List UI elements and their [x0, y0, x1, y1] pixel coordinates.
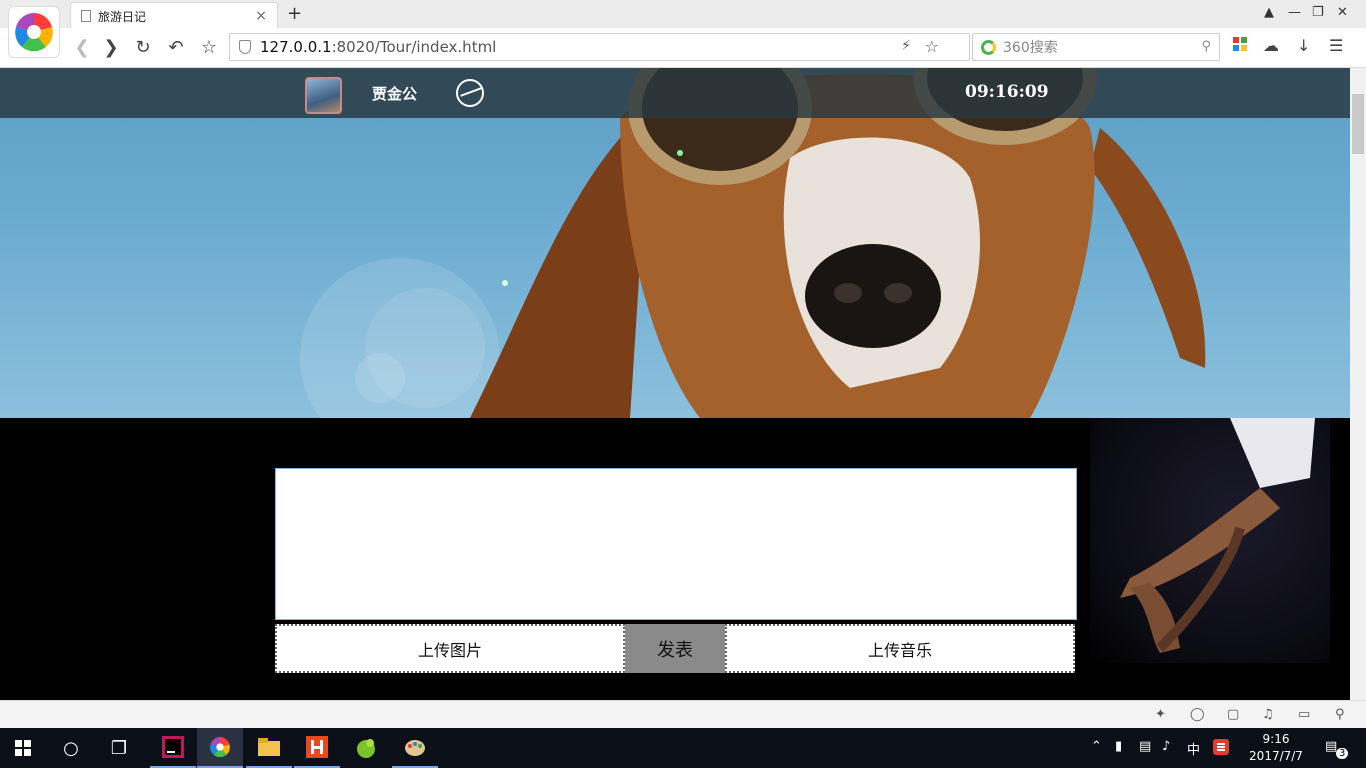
battery-icon[interactable]: ▮ — [1115, 739, 1122, 754]
vertical-scrollbar[interactable] — [1350, 68, 1366, 700]
sogou-input-icon[interactable] — [1213, 739, 1229, 759]
back-icon[interactable]: ❮ — [71, 36, 93, 58]
pin-icon[interactable]: ✦ — [1155, 707, 1166, 722]
undo-close-icon[interactable]: ↶ — [165, 36, 187, 58]
upload-music-button[interactable]: 上传音乐 — [725, 624, 1075, 673]
search-placeholder: 360搜索 — [1003, 40, 1058, 56]
browser-tab-bar: 旅游日记 × + ▲ — ❐ ✕ — [0, 0, 1366, 29]
window-icon[interactable]: ▭ — [1298, 707, 1310, 722]
volume-icon[interactable]: ♫ — [1262, 707, 1274, 722]
speed-mode-icon[interactable]: ⚡ — [901, 38, 911, 54]
avatar[interactable] — [305, 77, 342, 114]
dancer-background-image — [1090, 418, 1330, 663]
menu-icon[interactable]: ☰ — [1329, 36, 1343, 55]
speaker-icon[interactable]: ♪ — [1162, 739, 1170, 754]
browser-logo-icon[interactable] — [8, 6, 60, 58]
page-viewport: 贾金公 09:16:09 上传图片 发表 上传音乐 — [0, 68, 1350, 700]
notification-count-badge: 3 — [1336, 748, 1349, 759]
hero-banner-image — [0, 68, 1350, 418]
document-icon — [81, 10, 91, 22]
ime-indicator[interactable]: 中 — [1187, 739, 1200, 758]
close-tab-icon[interactable]: × — [255, 8, 267, 24]
travel-globe-icon[interactable] — [456, 79, 484, 107]
system-clock[interactable]: 9:16 2017/7/7 — [1245, 731, 1307, 765]
diary-textarea[interactable] — [275, 468, 1077, 620]
zoom-icon[interactable]: ⚲ — [1335, 707, 1345, 722]
address-toolbar: ❮ ❯ ↻ ↶ ☆ 127.0.0.1:8020/Tour/index.html… — [0, 28, 1366, 68]
maximize-icon[interactable]: ❐ — [1312, 5, 1324, 20]
system-time: 9:16 — [1262, 732, 1290, 746]
browser-tab[interactable]: 旅游日记 × — [70, 2, 278, 29]
paint-icon[interactable] — [392, 728, 438, 768]
start-windows-icon[interactable] — [0, 728, 46, 768]
trash-icon[interactable]: ▢ — [1227, 707, 1239, 722]
cortana-icon[interactable]: ○ — [48, 728, 94, 768]
tab-title: 旅游日记 — [98, 9, 147, 24]
task-view-icon[interactable]: ❐ — [96, 728, 142, 768]
close-window-icon[interactable]: ✕ — [1337, 5, 1348, 20]
url-input[interactable]: 127.0.0.1:8020/Tour/index.html ⚡ ☆ — [229, 33, 970, 61]
file-explorer-icon[interactable] — [246, 728, 292, 768]
accelerate-icon[interactable]: ◯ — [1190, 707, 1205, 722]
upload-image-button[interactable]: 上传图片 — [275, 624, 625, 673]
publish-button[interactable]: 发表 — [625, 624, 725, 673]
intellij-icon[interactable] — [150, 728, 196, 768]
windows-taskbar: ○ ❐ ⌃ ▮ ▤ ♪ 中 9:16 2017/7/7 ▤ 3 — [0, 728, 1366, 768]
security-shield-icon — [239, 40, 251, 54]
search-engine-icon — [981, 40, 996, 55]
search-input[interactable]: 360搜索 ⚲ — [972, 33, 1220, 61]
skin-icon[interactable]: ▲ — [1264, 5, 1274, 20]
refresh-icon[interactable]: ↻ — [132, 36, 154, 58]
username[interactable]: 贾金公 — [372, 83, 417, 104]
hbuilder-icon[interactable] — [294, 728, 340, 768]
download-icon[interactable]: ↓ — [1297, 36, 1310, 55]
favorites-icon[interactable]: ☆ — [198, 36, 220, 58]
browser-status-bar: ✦ ◯ ▢ ♫ ▭ ⚲ — [0, 700, 1366, 728]
url-path: :8020/Tour/index.html — [331, 38, 497, 56]
green-app-icon[interactable] — [343, 728, 389, 768]
360-browser-icon[interactable] — [197, 728, 243, 768]
show-hidden-icon[interactable]: ⌃ — [1091, 739, 1102, 754]
url-host: 127.0.0.1 — [260, 38, 332, 56]
new-tab-button[interactable]: + — [287, 3, 302, 24]
scrollbar-thumb[interactable] — [1352, 94, 1364, 154]
bookmark-star-icon[interactable]: ☆ — [925, 37, 939, 56]
system-date: 2017/7/7 — [1249, 749, 1303, 763]
top-navigation-bar: 贾金公 09:16:09 — [0, 68, 1350, 118]
network-icon[interactable]: ▤ — [1139, 739, 1151, 754]
search-icon[interactable]: ⚲ — [1201, 39, 1211, 54]
minimize-icon[interactable]: — — [1288, 5, 1301, 20]
clock-display: 09:16:09 — [965, 82, 1049, 102]
cloud-sync-icon[interactable]: ☁ — [1263, 36, 1279, 55]
apps-grid-icon[interactable] — [1233, 36, 1247, 55]
forward-icon[interactable]: ❯ — [100, 36, 122, 58]
